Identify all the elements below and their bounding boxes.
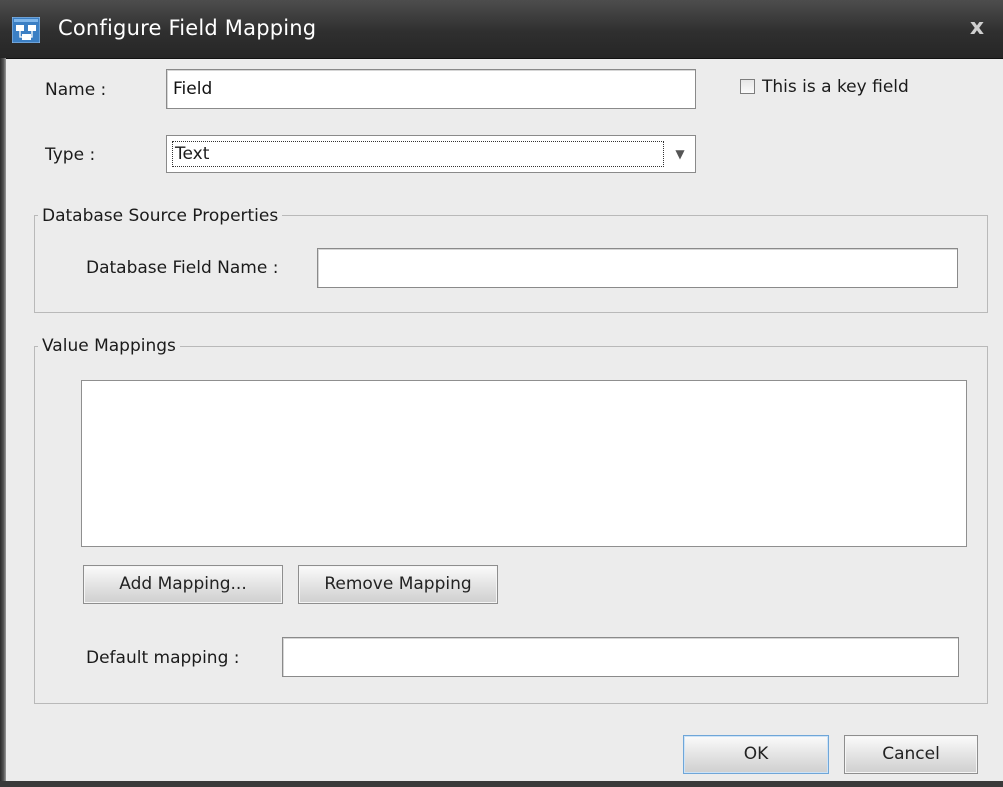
value-mappings-title: Value Mappings [38, 336, 180, 356]
default-mapping-label: Default mapping : [86, 648, 240, 668]
value-mappings-list[interactable] [81, 380, 967, 547]
ok-button[interactable]: OK [683, 735, 829, 774]
add-mapping-button[interactable]: Add Mapping... [83, 565, 283, 604]
default-mapping-input[interactable] [282, 637, 959, 677]
title-bar[interactable]: Configure Field Mapping x [0, 0, 1003, 59]
key-field-label: This is a key field [762, 77, 909, 97]
database-field-name-label: Database Field Name : [86, 258, 279, 278]
type-select[interactable]: Text ▼ [166, 135, 696, 173]
remove-mapping-button[interactable]: Remove Mapping [298, 565, 498, 604]
name-input[interactable] [166, 69, 696, 109]
key-field-checkbox[interactable] [740, 79, 755, 94]
window-title: Configure Field Mapping [58, 16, 317, 40]
chevron-down-icon[interactable]: ▼ [671, 142, 689, 166]
window-left-border [0, 58, 6, 787]
configure-field-mapping-dialog: Configure Field Mapping x Name : This is… [0, 0, 1003, 787]
close-button[interactable]: x [963, 14, 991, 42]
type-label: Type : [45, 145, 96, 165]
type-selected-value: Text [172, 141, 664, 167]
window-bottom-border [0, 781, 1003, 787]
name-label: Name : [45, 80, 107, 100]
field-mapping-app-icon [12, 17, 40, 43]
database-source-title: Database Source Properties [38, 206, 283, 226]
database-field-name-input[interactable] [317, 248, 958, 288]
cancel-button[interactable]: Cancel [844, 735, 978, 774]
